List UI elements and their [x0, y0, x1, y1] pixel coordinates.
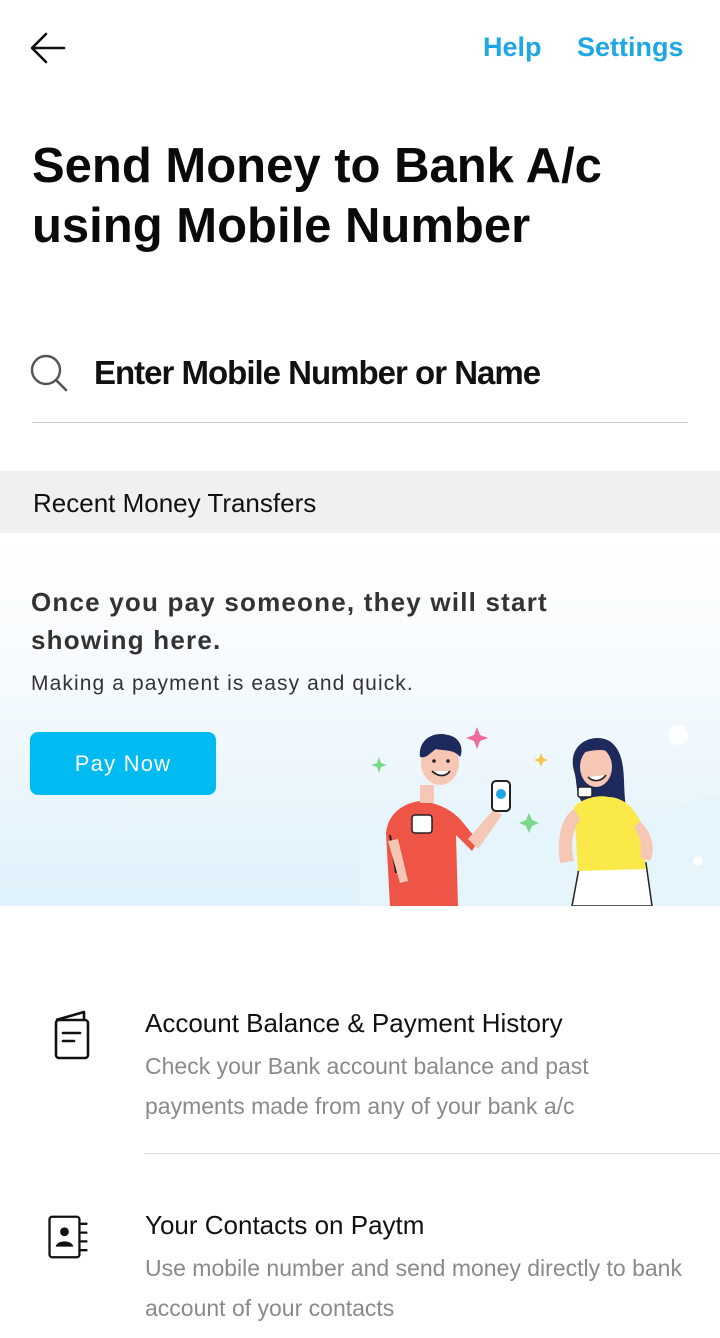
arrow-left-icon [30, 32, 66, 64]
settings-link[interactable]: Settings [577, 32, 684, 63]
item-description: Check your Bank account balance and past… [145, 1053, 589, 1119]
empty-state-heading: Once you pay someone, they will start sh… [31, 587, 548, 655]
empty-state-subtext: Making a payment is easy and quick. [31, 672, 414, 695]
page-title: Send Money to Bank A/c using Mobile Numb… [32, 139, 602, 253]
help-link[interactable]: Help [483, 32, 542, 63]
back-button[interactable] [24, 26, 72, 70]
search-input[interactable] [94, 350, 684, 396]
your-contacts-item[interactable]: Your Contacts on Paytm Use mobile number… [0, 1192, 720, 1338]
section-title: Recent Money Transfers [33, 488, 317, 518]
item-title: Account Balance & Payment History [145, 1008, 563, 1038]
people-paying-illustration [360, 725, 720, 906]
search-underline [32, 422, 688, 423]
item-description: Use mobile number and send money directl… [145, 1255, 682, 1321]
pay-now-button[interactable]: Pay Now [30, 732, 216, 795]
empty-state-banner: Once you pay someone, they will start sh… [0, 533, 720, 906]
recent-transfers-header: Recent Money Transfers [0, 471, 720, 533]
contacts-book-icon [48, 1215, 88, 1259]
divider [144, 1153, 720, 1154]
search-icon [28, 352, 70, 394]
account-balance-item[interactable]: Account Balance & Payment History Check … [0, 990, 720, 1140]
passbook-icon [54, 1010, 90, 1060]
item-title: Your Contacts on Paytm [145, 1210, 425, 1240]
